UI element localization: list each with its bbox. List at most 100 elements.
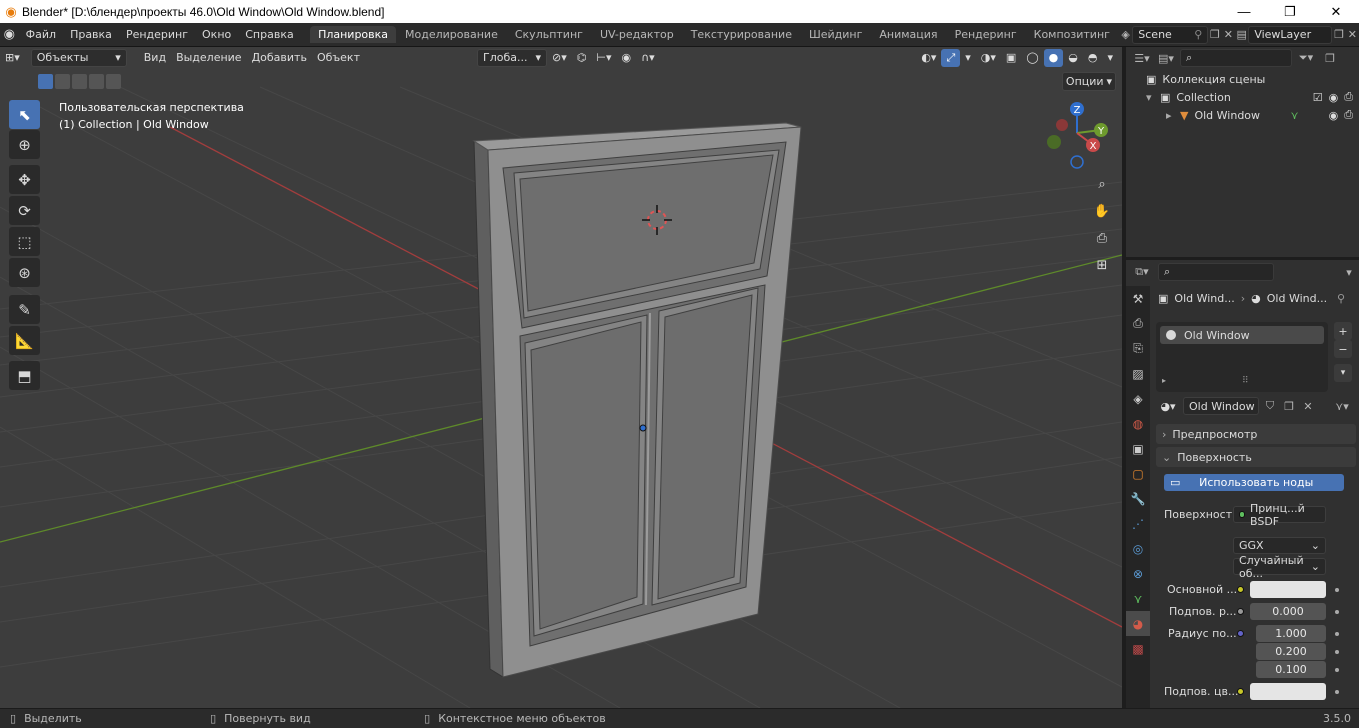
navigation-gizmo[interactable]: Z Y X (1047, 102, 1108, 169)
delete-view-layer-icon[interactable]: ✕ (1346, 26, 1359, 44)
eye-icon[interactable]: ◉ (1329, 109, 1339, 122)
outliner-collection-row[interactable]: ▾ ▣ Collection ☑ ◉ ⎙ (1146, 88, 1359, 106)
transform-tool[interactable]: ⊛ (9, 258, 40, 287)
close-button[interactable]: ✕ (1313, 0, 1359, 23)
camera-view-button[interactable]: ⎙ (1089, 225, 1115, 251)
new-view-layer-icon[interactable]: ❐ (1332, 26, 1345, 44)
object-tab-icon[interactable]: ▢ (1126, 461, 1150, 486)
display-mode-icon[interactable]: ▤▾ (1156, 49, 1176, 67)
rendered-shading-icon[interactable]: ◓ (1083, 49, 1103, 67)
material-tab-icon[interactable]: ◕ (1126, 611, 1150, 636)
tab-texture-paint[interactable]: Текстурирование (683, 26, 800, 43)
collection-tab-icon[interactable]: ▣ (1126, 436, 1150, 461)
particles-tab-icon[interactable]: ⋰ (1126, 511, 1150, 536)
select-intersect-icon[interactable] (106, 74, 121, 89)
outliner-search[interactable]: ⌕ (1180, 49, 1292, 67)
ortho-toggle-button[interactable]: ⊞ (1089, 252, 1115, 278)
scene-selector[interactable]: Scene ⚲ (1132, 25, 1209, 44)
radius-socket-icon[interactable] (1237, 630, 1244, 637)
texture-tab-icon[interactable]: ▩ (1126, 636, 1150, 661)
keyframe-dot-icon[interactable] (1335, 588, 1339, 592)
outliner-editor-icon[interactable]: ☰▾ (1132, 49, 1152, 67)
select-invert-icon[interactable] (89, 74, 104, 89)
subsurface-socket-icon[interactable] (1237, 608, 1244, 615)
tool-tab-icon[interactable]: ⚒ (1126, 286, 1150, 311)
keyframe-dot-icon[interactable] (1335, 632, 1339, 636)
surface-shader-field[interactable]: Принц...й BSDF (1233, 502, 1326, 528)
menu-window[interactable]: Окно (195, 28, 238, 41)
gizmo-toggle-icon[interactable]: ⤢ (941, 48, 961, 67)
falloff-icon[interactable]: ∩▾ (636, 49, 660, 67)
overlays-icon[interactable]: ◑▾ (976, 49, 1001, 67)
outliner-scene-collection[interactable]: ▣ Коллекция сцены (1146, 70, 1265, 88)
expand-icon[interactable]: ▾ (1146, 91, 1160, 104)
material-name-field[interactable]: Old Window (1183, 397, 1259, 415)
menu-file[interactable]: Файл (19, 28, 63, 41)
checkbox-icon[interactable]: ☑ (1313, 91, 1323, 104)
select-new-icon[interactable] (38, 74, 53, 89)
pivot-icon[interactable]: ⊘▾ (547, 49, 572, 67)
constraints-tab-icon[interactable]: ⊗ (1126, 561, 1150, 586)
eye-icon[interactable]: ◉ (1329, 91, 1339, 104)
filter-icon[interactable]: ⏷▾ (1296, 49, 1316, 67)
remove-slot-button[interactable]: − (1334, 340, 1352, 358)
physics-tab-icon[interactable]: ◎ (1126, 536, 1150, 561)
keyframe-dot-icon[interactable] (1335, 668, 1339, 672)
fake-user-shield-icon[interactable]: ⛉ (1262, 397, 1278, 415)
proportional-edit-icon[interactable]: ◉ (616, 49, 636, 67)
menu-render[interactable]: Рендеринг (119, 28, 195, 41)
outliner-object-row[interactable]: ▸ ▼ Old Window ⋎ ◉ ⎙ (1166, 106, 1359, 124)
move-tool[interactable]: ✥ (9, 165, 40, 194)
options-dropdown[interactable]: Опции ▾ (1062, 72, 1116, 91)
tab-rendering[interactable]: Рендеринг (947, 26, 1025, 43)
menu-select[interactable]: Выделение (171, 49, 247, 67)
menu-edit[interactable]: Правка (63, 28, 119, 41)
camera-render-icon[interactable]: ⎙ (1344, 90, 1353, 104)
minimize-button[interactable]: — (1221, 0, 1267, 23)
subsurface-method-dropdown[interactable]: Случайный об... ⌄ (1233, 554, 1326, 580)
radius-x-field[interactable]: 1.000 (1256, 625, 1326, 642)
mode-dropdown[interactable]: Объекты ▾ (30, 48, 127, 67)
add-cube-tool[interactable]: ⬒ (9, 361, 40, 390)
snap-target-icon[interactable]: ⊢▾ (591, 49, 616, 67)
keyframe-dot-icon[interactable] (1335, 690, 1339, 694)
new-scene-icon[interactable]: ❐ (1208, 26, 1221, 44)
material-slot-item[interactable]: Old Window (1160, 326, 1324, 344)
solid-shading-icon[interactable]: ● (1043, 48, 1064, 67)
delete-scene-icon[interactable]: ✕ (1222, 26, 1235, 44)
menu-object[interactable]: Объект (312, 49, 365, 67)
render-tab-icon[interactable]: ⎙ (1126, 311, 1150, 336)
scene-icon[interactable]: ◈ (1119, 26, 1132, 44)
radius-y-field[interactable]: 0.200 (1256, 643, 1326, 660)
visibility-icon[interactable]: ◐▾ (916, 49, 941, 67)
modifier-wrench-icon[interactable]: 🔧 (1126, 486, 1150, 511)
use-nodes-button[interactable]: ▭ Использовать ноды (1164, 474, 1344, 491)
tab-layout[interactable]: Планировка (310, 26, 397, 43)
editor-type-icon[interactable]: ⊞▾ (0, 49, 25, 67)
data-tab-icon[interactable]: ⋎ (1126, 586, 1150, 611)
view-layer-icon[interactable]: ▤ (1235, 26, 1248, 44)
duplicate-material-icon[interactable]: ❐ (1281, 397, 1297, 415)
blender-menu-icon[interactable]: ◉ (0, 27, 19, 42)
tab-modeling[interactable]: Моделирование (397, 26, 506, 43)
tab-compositing[interactable]: Композитинг (1026, 26, 1118, 43)
view-layer-tab-icon[interactable]: ▨ (1126, 361, 1150, 386)
scale-tool[interactable]: ⬚ (9, 227, 40, 256)
zoom-button[interactable]: ⌕ (1089, 171, 1115, 197)
subsurface-color-socket-icon[interactable] (1237, 688, 1244, 695)
surface-panel-header[interactable]: ⌄ Поверхность (1156, 447, 1356, 467)
subsurface-value-field[interactable]: 0.000 (1250, 603, 1326, 620)
unlink-material-icon[interactable]: ✕ (1300, 397, 1316, 415)
material-shading-icon[interactable]: ◒ (1063, 49, 1083, 67)
chevron-down-icon[interactable]: ▾ (1339, 263, 1359, 281)
gizmo-dropdown-icon[interactable]: ▾ (960, 49, 976, 67)
orientation-dropdown[interactable]: Глоба... ▾ (477, 48, 547, 67)
scene-tab-icon[interactable]: ◈ (1126, 386, 1150, 411)
preview-panel-header[interactable]: › Предпросмотр (1156, 424, 1356, 444)
distribution-dropdown[interactable]: GGX ⌄ (1233, 537, 1326, 554)
maximize-button[interactable]: ❐ (1267, 0, 1313, 23)
add-slot-button[interactable]: + (1334, 322, 1352, 340)
material-browse-icon[interactable]: ◕▾ (1156, 400, 1180, 413)
pin-icon[interactable]: ⚲ (1194, 28, 1202, 41)
base-color-swatch[interactable] (1250, 581, 1326, 598)
